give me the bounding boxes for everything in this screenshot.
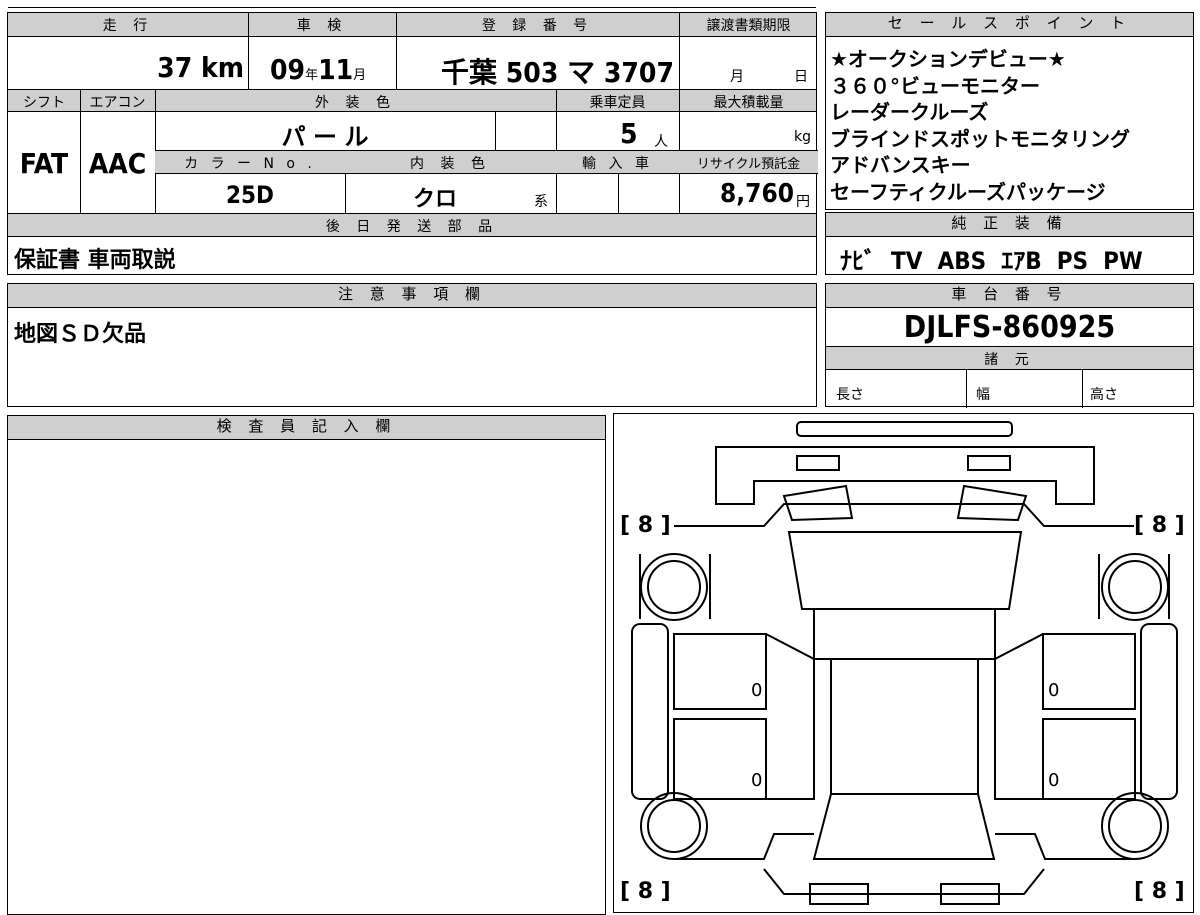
- transfer-day: 日: [794, 69, 808, 85]
- notes-value: 地図ＳＤ欠品: [14, 322, 147, 347]
- notes-header: 注 意 事 項 欄: [8, 284, 816, 308]
- recycle-fee-unit: 円: [796, 194, 810, 210]
- spec-height-label: 高さ: [1090, 387, 1118, 403]
- sales-point-item: アドバンスキー: [830, 153, 971, 177]
- top-crop-strip: [0, 0, 820, 8]
- transfer-deadline-header: 譲渡書類期限: [706, 18, 791, 34]
- vehicle-info-table: 走 行 車 検 登 録 番 号 譲渡書類期限 37 km 09年11月 千葉 5…: [7, 12, 818, 275]
- aircon-header: エアコン: [89, 95, 146, 111]
- transfer-month: 月: [730, 69, 744, 85]
- inspection-date: 09年11月: [270, 53, 367, 86]
- specs-header: 諸 元: [984, 352, 1035, 368]
- spec-length-label: 長さ: [836, 387, 864, 403]
- max-load-unit: kg: [794, 129, 811, 145]
- color-no-value: 25D: [226, 181, 274, 209]
- shift-header: シフト: [23, 95, 65, 111]
- equipment-header: 純 正 装 備: [826, 213, 1193, 237]
- equipment-panel: 純 正 装 備 ﾅﾋﾞ TV ABS ｴｱB PS PW: [825, 212, 1194, 275]
- mileage-header: 走 行: [102, 18, 154, 34]
- equipment-value: ﾅﾋﾞ TV ABS ｴｱB PS PW: [840, 247, 1143, 275]
- color-no-header: カ ラ ー N o .: [184, 156, 316, 172]
- sales-point-item: セーフティクルーズパッケージ: [830, 179, 1106, 204]
- tire-rear-right-label: [ 8 ]: [1134, 879, 1185, 904]
- exterior-color-value: パ ー ル: [281, 123, 369, 151]
- tire-rear-left-label: [ 8 ]: [620, 879, 671, 904]
- interior-color-suffix: 系: [534, 194, 548, 210]
- interior-color-value: クロ: [412, 187, 457, 212]
- max-load-header: 最大積載量: [713, 95, 784, 111]
- door-front-right-score: 0: [1048, 680, 1059, 701]
- sales-point-item: ３６０°ビューモニター: [830, 73, 1040, 98]
- later-parts-value: 保証書 車両取説: [14, 248, 176, 273]
- later-parts-header: 後 日 発 送 部 品: [325, 219, 499, 235]
- door-front-left-score: 0: [751, 680, 762, 701]
- chassis-panel: 車 台 番 号 DJLFS-860925 諸 元 長さ 幅 高さ: [825, 283, 1194, 408]
- sales-points-header: セ ー ル ス ポ イ ン ト: [826, 13, 1193, 37]
- sales-points-list: ★オークションデビュー★ ３６０°ビューモニター レーダークルーズ ブラインドス…: [830, 46, 1130, 205]
- registration-header: 登 録 番 号: [481, 18, 594, 34]
- registration-plate: 千葉 503 マ 3707: [440, 56, 674, 89]
- notes-panel: 注 意 事 項 欄 地図ＳＤ欠品: [7, 283, 817, 407]
- interior-color-header: 内 装 色: [410, 156, 491, 172]
- capacity-header: 乗車定員: [589, 95, 646, 111]
- sales-point-item: ★オークションデビュー★: [830, 47, 1066, 71]
- car-diagram: [ 8 ] [ 8 ] [ 8 ] [ 8 ] 0 0 0 0: [620, 421, 1185, 905]
- mileage-value: 37 km: [157, 51, 244, 84]
- sales-point-item: ブラインドスポットモニタリング: [830, 126, 1130, 151]
- exterior-color-header: 外 装 色: [315, 95, 396, 111]
- chassis-number: DJLFS-860925: [903, 310, 1116, 345]
- sales-points-panel: セ ー ル ス ポ イ ン ト ★オークションデビュー★ ３６０°ビューモニター…: [825, 12, 1194, 210]
- aircon-value: AAC: [88, 147, 147, 180]
- inspector-panel: 検 査 員 記 入 欄: [7, 415, 606, 915]
- recycle-fee-value: 8,760: [720, 179, 794, 209]
- spec-width-label: 幅: [976, 387, 990, 403]
- capacity-unit: 人: [654, 134, 668, 150]
- chassis-header: 車 台 番 号: [826, 284, 1193, 308]
- shift-value: FAT: [19, 147, 69, 180]
- recycle-fee-header: リサイクル預託金: [696, 157, 801, 172]
- door-rear-left-score: 0: [751, 770, 762, 791]
- capacity-value: 5: [620, 117, 638, 150]
- car-diagram-panel: [ 8 ] [ 8 ] [ 8 ] [ 8 ] 0 0 0 0: [613, 413, 1194, 913]
- tire-front-left-label: [ 8 ]: [620, 513, 671, 538]
- sales-point-item: レーダークルーズ: [830, 100, 989, 124]
- inspector-header: 検 査 員 記 入 欄: [8, 416, 605, 440]
- import-header: 輸 入 車: [582, 156, 653, 172]
- inspection-header: 車 検: [296, 18, 348, 34]
- door-rear-right-score: 0: [1048, 770, 1059, 791]
- tire-front-right-label: [ 8 ]: [1134, 513, 1185, 538]
